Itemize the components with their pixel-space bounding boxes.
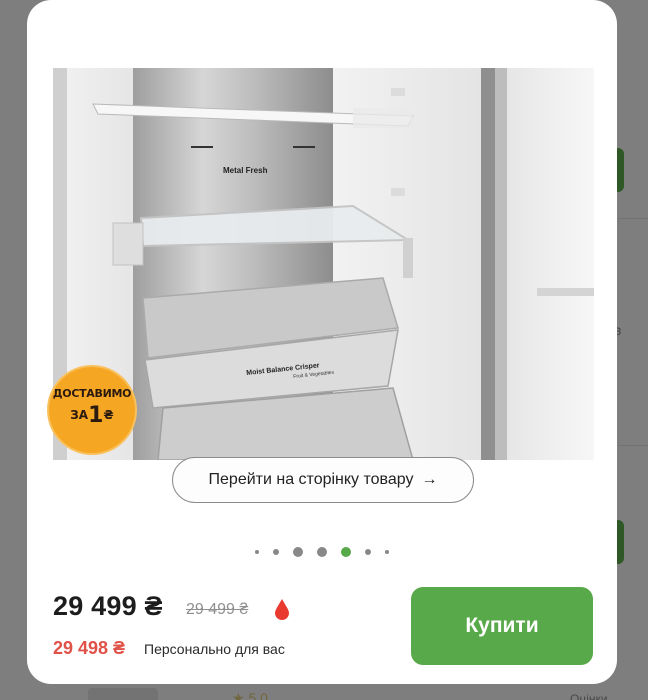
delivery-badge-prefix: ЗА <box>70 408 89 422</box>
carousel-dot[interactable] <box>293 547 303 557</box>
delivery-badge: ДОСТАВИМО ЗА1₴ <box>47 365 137 455</box>
delivery-badge-line2: ЗА1₴ <box>47 403 137 428</box>
delivery-badge-number: 1 <box>88 403 104 428</box>
carousel-dot[interactable] <box>255 550 259 554</box>
delivery-badge-line1: ДОСТАВИМО <box>52 387 132 400</box>
photo-panel-label: Metal Fresh <box>223 166 268 175</box>
arrow-right-icon: → <box>421 471 438 488</box>
carousel-dot[interactable] <box>273 549 279 555</box>
carousel-dot-active[interactable] <box>341 547 351 557</box>
personal-price-label: Персонально для вас <box>144 641 285 657</box>
personal-price: 29 498 ₴ <box>53 638 126 658</box>
delivery-badge-currency: ₴ <box>103 408 114 422</box>
current-price: 29 499 ₴ <box>53 591 163 621</box>
buy-button[interactable]: Купити <box>411 587 593 665</box>
product-quick-view-modal: Metal Fresh Moist Balance Crisper Fruit … <box>27 0 617 684</box>
carousel-dot[interactable] <box>385 550 389 554</box>
go-to-product-page-label: Перейти на сторінку товару <box>208 471 414 488</box>
carousel-dots <box>27 546 617 558</box>
carousel-dot[interactable] <box>365 549 371 555</box>
old-price: 29 499 ₴ <box>186 601 249 618</box>
red-drop-icon <box>273 598 291 622</box>
go-to-product-page-button[interactable]: Перейти на сторінку товару → <box>172 457 474 503</box>
carousel-dot[interactable] <box>317 547 327 557</box>
